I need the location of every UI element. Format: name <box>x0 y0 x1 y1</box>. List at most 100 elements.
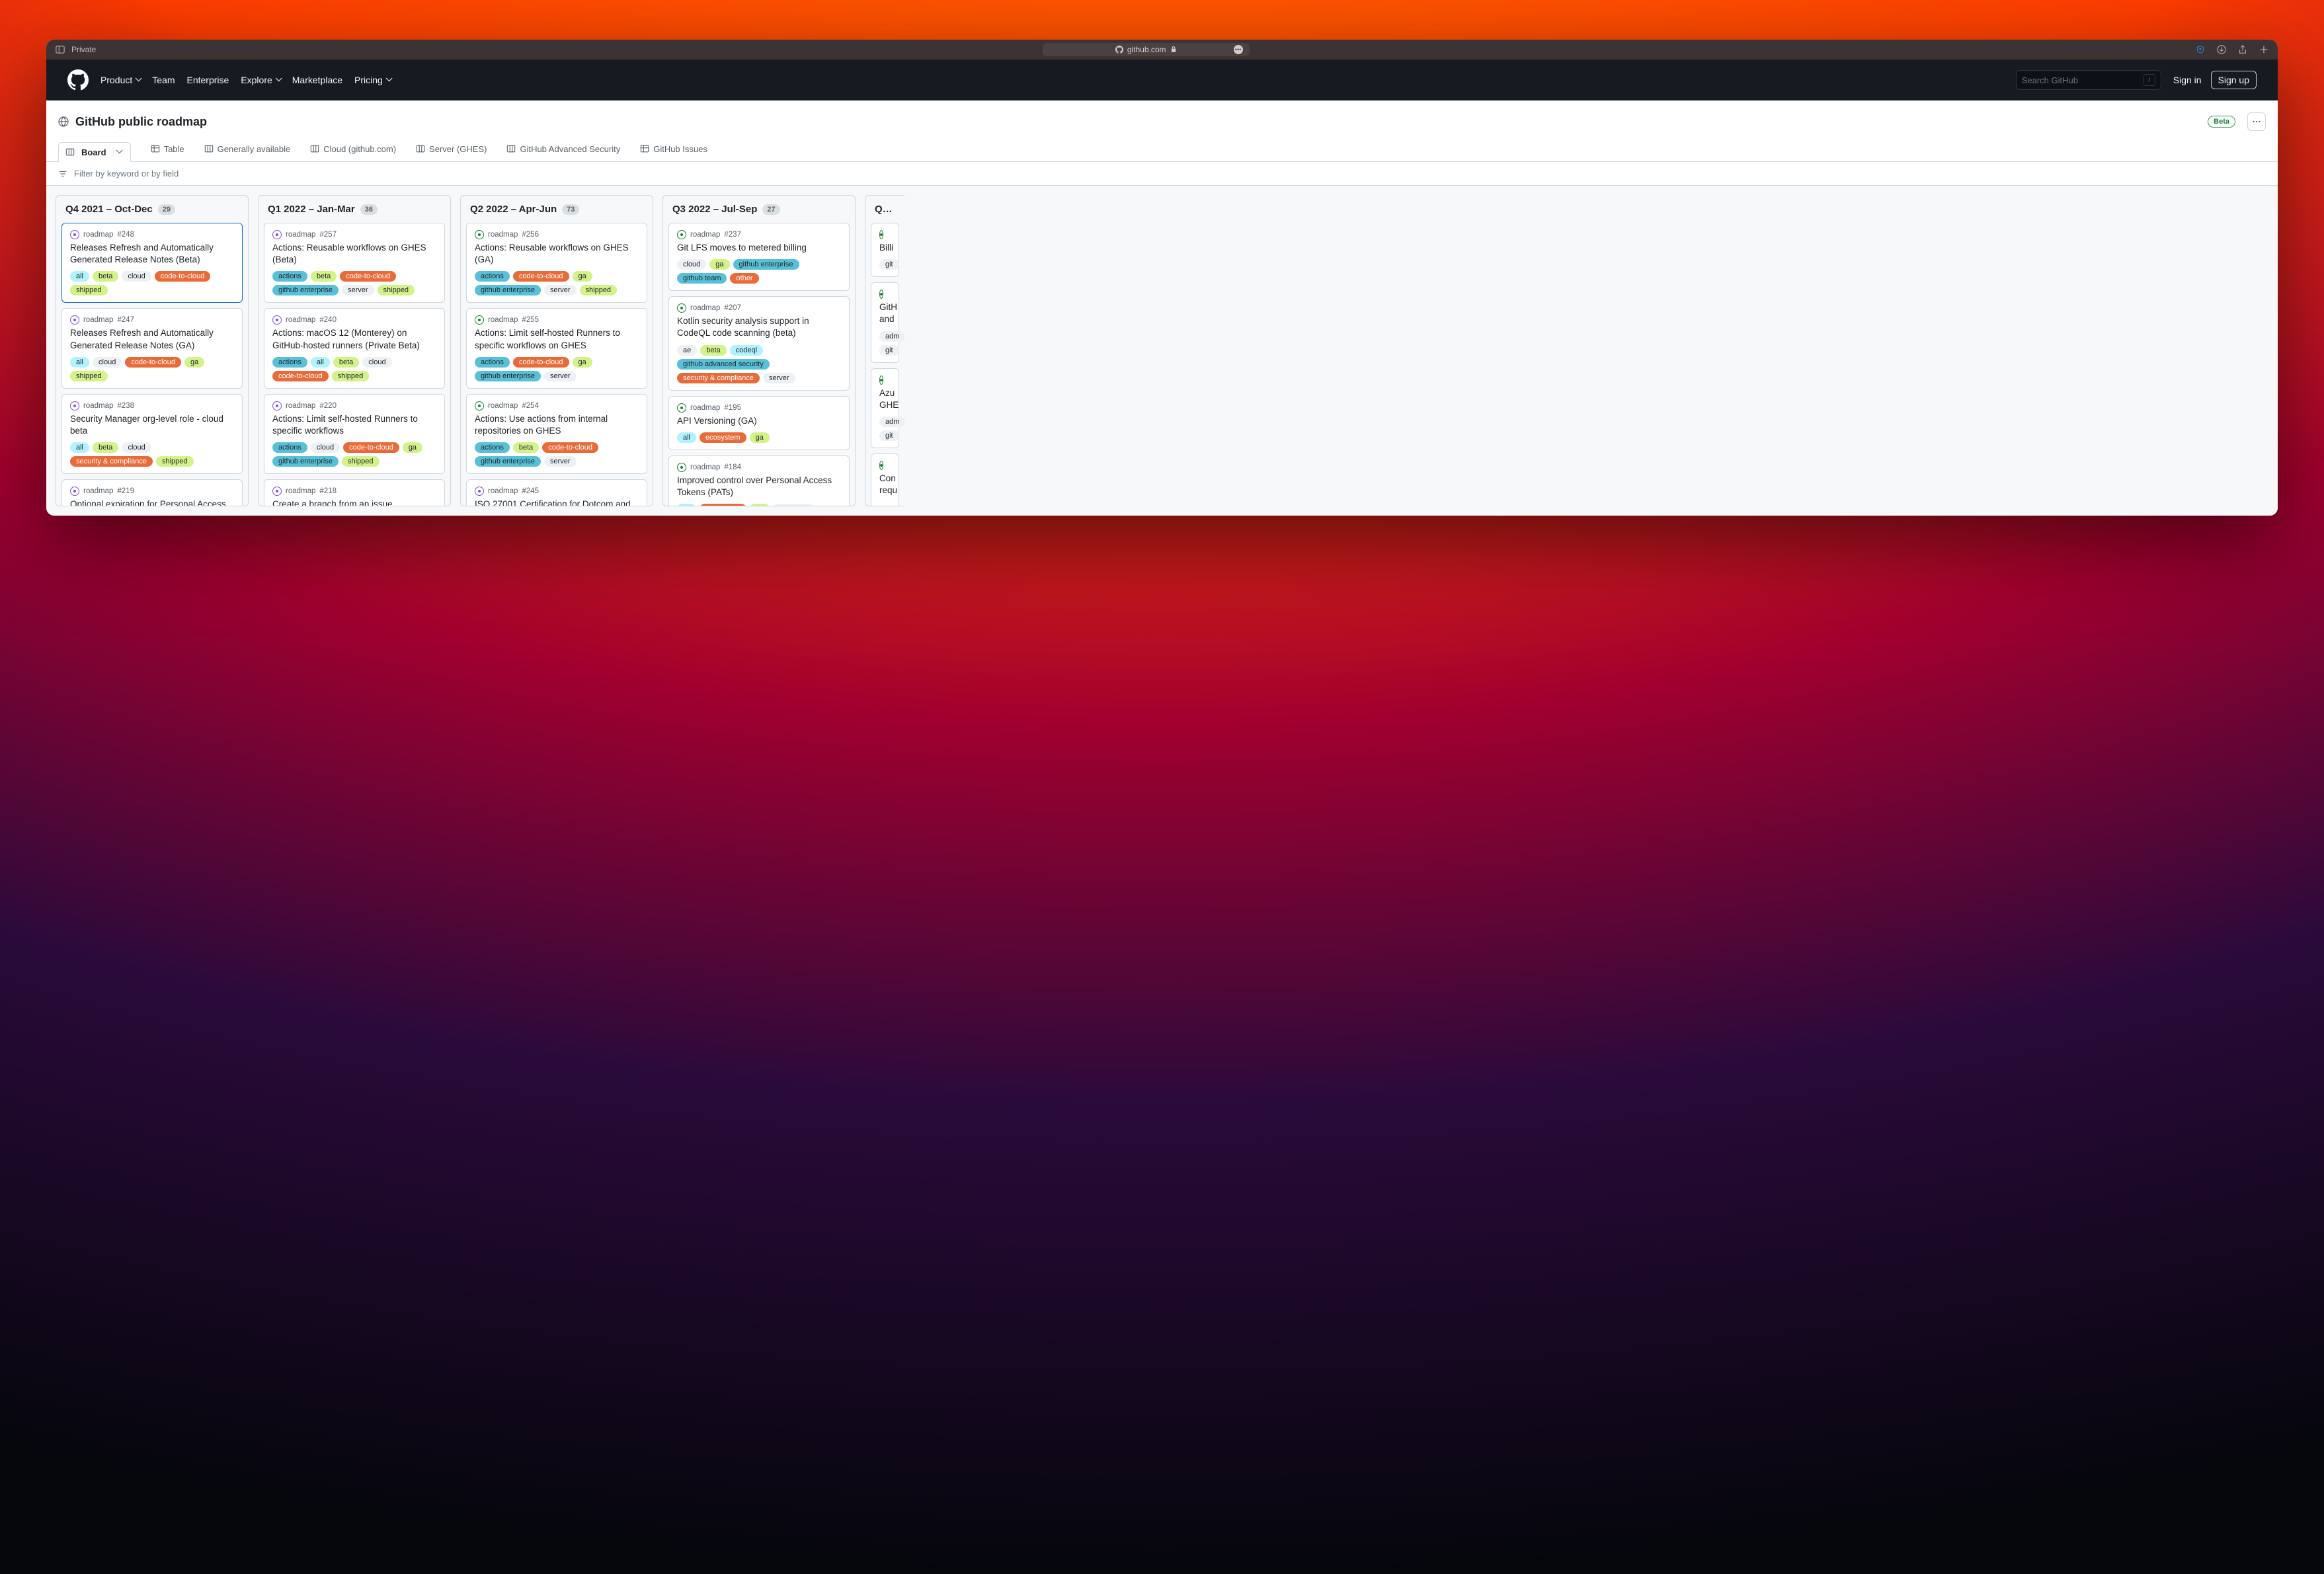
label[interactable]: shipped <box>70 371 108 381</box>
view-tab-0[interactable]: Board <box>58 142 131 162</box>
label[interactable]: ecosystem <box>700 432 746 443</box>
label[interactable]: actions <box>272 271 307 282</box>
label[interactable]: github enterprise <box>272 285 339 295</box>
card[interactable]: GitH andadmgit <box>871 282 899 362</box>
label[interactable]: github enterprise <box>475 456 541 467</box>
nav-explore[interactable]: Explore <box>241 75 280 85</box>
label[interactable]: all <box>677 432 696 443</box>
share-icon[interactable] <box>2238 45 2247 54</box>
label[interactable]: ga <box>750 432 770 443</box>
view-tab-2[interactable]: Generally available <box>204 144 291 159</box>
label[interactable]: cloud <box>677 259 706 270</box>
card[interactable]: roadmap#248Releases Refresh and Automati… <box>61 223 243 303</box>
card[interactable]: Billigit <box>871 223 899 277</box>
label[interactable]: actions <box>475 442 510 453</box>
label[interactable]: ga <box>184 357 204 368</box>
label[interactable]: github enterprise <box>272 456 339 467</box>
search-input[interactable]: Search GitHub / <box>2016 70 2161 90</box>
new-tab-icon[interactable] <box>2259 45 2268 54</box>
view-tab-1[interactable]: Table <box>151 144 184 159</box>
label[interactable]: cloud <box>122 442 151 453</box>
nav-enterprise[interactable]: Enterprise <box>186 75 229 85</box>
label[interactable]: ga <box>573 357 592 368</box>
label[interactable]: ecosystem <box>700 504 746 506</box>
view-dropdown-icon[interactable] <box>113 147 124 157</box>
label[interactable]: all <box>70 271 89 282</box>
label[interactable]: github team <box>677 273 727 284</box>
label[interactable]: shipped <box>156 456 194 467</box>
label[interactable]: beta <box>513 442 539 453</box>
nav-product[interactable]: Product <box>100 75 140 85</box>
label[interactable]: code-to-cloud <box>513 271 569 282</box>
card[interactable]: roadmap#254Actions: Use actions from int… <box>466 394 647 474</box>
label[interactable]: all <box>70 442 89 453</box>
label[interactable]: shipped <box>580 285 618 295</box>
label[interactable]: shipped <box>70 285 108 295</box>
label[interactable]: github enterprise <box>475 371 541 381</box>
card[interactable]: roadmap#240Actions: macOS 12 (Monterey) … <box>264 308 445 388</box>
label[interactable]: actions <box>475 271 510 282</box>
label[interactable]: cloud <box>362 357 391 368</box>
label[interactable]: code-to-cloud <box>155 271 211 282</box>
label[interactable]: actions <box>475 357 510 368</box>
label[interactable]: server <box>544 371 577 381</box>
label[interactable]: actions <box>272 357 307 368</box>
card[interactable]: roadmap#184Improved control over Persona… <box>668 455 850 506</box>
label[interactable]: server <box>763 373 795 383</box>
label[interactable]: github enterprise <box>733 259 799 270</box>
label[interactable]: adm <box>879 331 904 342</box>
label[interactable]: shipped <box>332 371 370 381</box>
label[interactable]: server <box>342 285 374 295</box>
sidebar-icon[interactable] <box>56 45 65 54</box>
label[interactable]: security & compliance <box>677 373 760 383</box>
view-tab-6[interactable]: GitHub Issues <box>640 144 707 159</box>
label[interactable]: server <box>544 456 577 467</box>
shield-eye-icon[interactable] <box>2196 45 2205 54</box>
label[interactable]: other <box>730 273 758 284</box>
label[interactable]: security & compliance <box>70 456 153 467</box>
label[interactable]: beta <box>700 345 726 356</box>
label[interactable]: ga <box>573 271 592 282</box>
label[interactable]: all <box>70 357 89 368</box>
card[interactable]: roadmap#255Actions: Limit self-hosted Ru… <box>466 308 647 388</box>
label[interactable]: cloud <box>93 357 122 368</box>
label[interactable]: all <box>311 357 330 368</box>
github-logo[interactable] <box>67 69 89 91</box>
card[interactable]: roadmap#207Kotlin security analysis supp… <box>668 296 850 390</box>
label[interactable]: codeql <box>730 345 763 356</box>
signup-button[interactable]: Sign up <box>2211 71 2257 89</box>
label[interactable]: code-to-cloud <box>542 442 598 453</box>
filter-bar[interactable]: Filter by keyword or by field <box>46 162 2278 186</box>
label[interactable]: github enterprise <box>475 285 541 295</box>
label[interactable]: beta <box>93 442 118 453</box>
card[interactable]: roadmap#195API Versioning (GA)allecosyst… <box>668 396 850 450</box>
card[interactable]: Con requ <box>871 453 899 506</box>
label[interactable]: in design <box>773 504 814 506</box>
label[interactable]: actions <box>272 442 307 453</box>
label[interactable]: git <box>879 345 899 356</box>
downloads-icon[interactable] <box>2217 45 2226 54</box>
label[interactable]: git <box>879 430 899 441</box>
nav-marketplace[interactable]: Marketplace <box>292 75 342 85</box>
label[interactable]: shipped <box>342 456 380 467</box>
label[interactable]: beta <box>333 357 359 368</box>
signin-link[interactable]: Sign in <box>2173 75 2202 85</box>
label[interactable]: code-to-cloud <box>340 271 396 282</box>
card[interactable]: roadmap#237Git LFS moves to metered bill… <box>668 223 850 291</box>
label[interactable]: ga <box>750 504 770 506</box>
nav-pricing[interactable]: Pricing <box>354 75 391 85</box>
project-menu-button[interactable] <box>2247 112 2266 131</box>
label[interactable]: adm <box>879 416 904 427</box>
label[interactable]: server <box>544 285 577 295</box>
card[interactable]: roadmap#220Actions: Limit self-hosted Ru… <box>264 394 445 474</box>
nav-team[interactable]: Team <box>152 75 175 85</box>
card[interactable]: roadmap#256Actions: Reusable workflows o… <box>466 223 647 303</box>
label[interactable]: code-to-cloud <box>343 442 399 453</box>
label[interactable]: beta <box>93 271 118 282</box>
label[interactable]: all <box>677 504 696 506</box>
card[interactable]: roadmap#219Optional expiration for Perso… <box>61 479 243 506</box>
page-settings-icon[interactable]: ••• <box>1234 45 1243 54</box>
label[interactable]: git <box>879 259 899 270</box>
label[interactable]: beta <box>311 271 337 282</box>
label[interactable]: shipped <box>378 285 415 295</box>
